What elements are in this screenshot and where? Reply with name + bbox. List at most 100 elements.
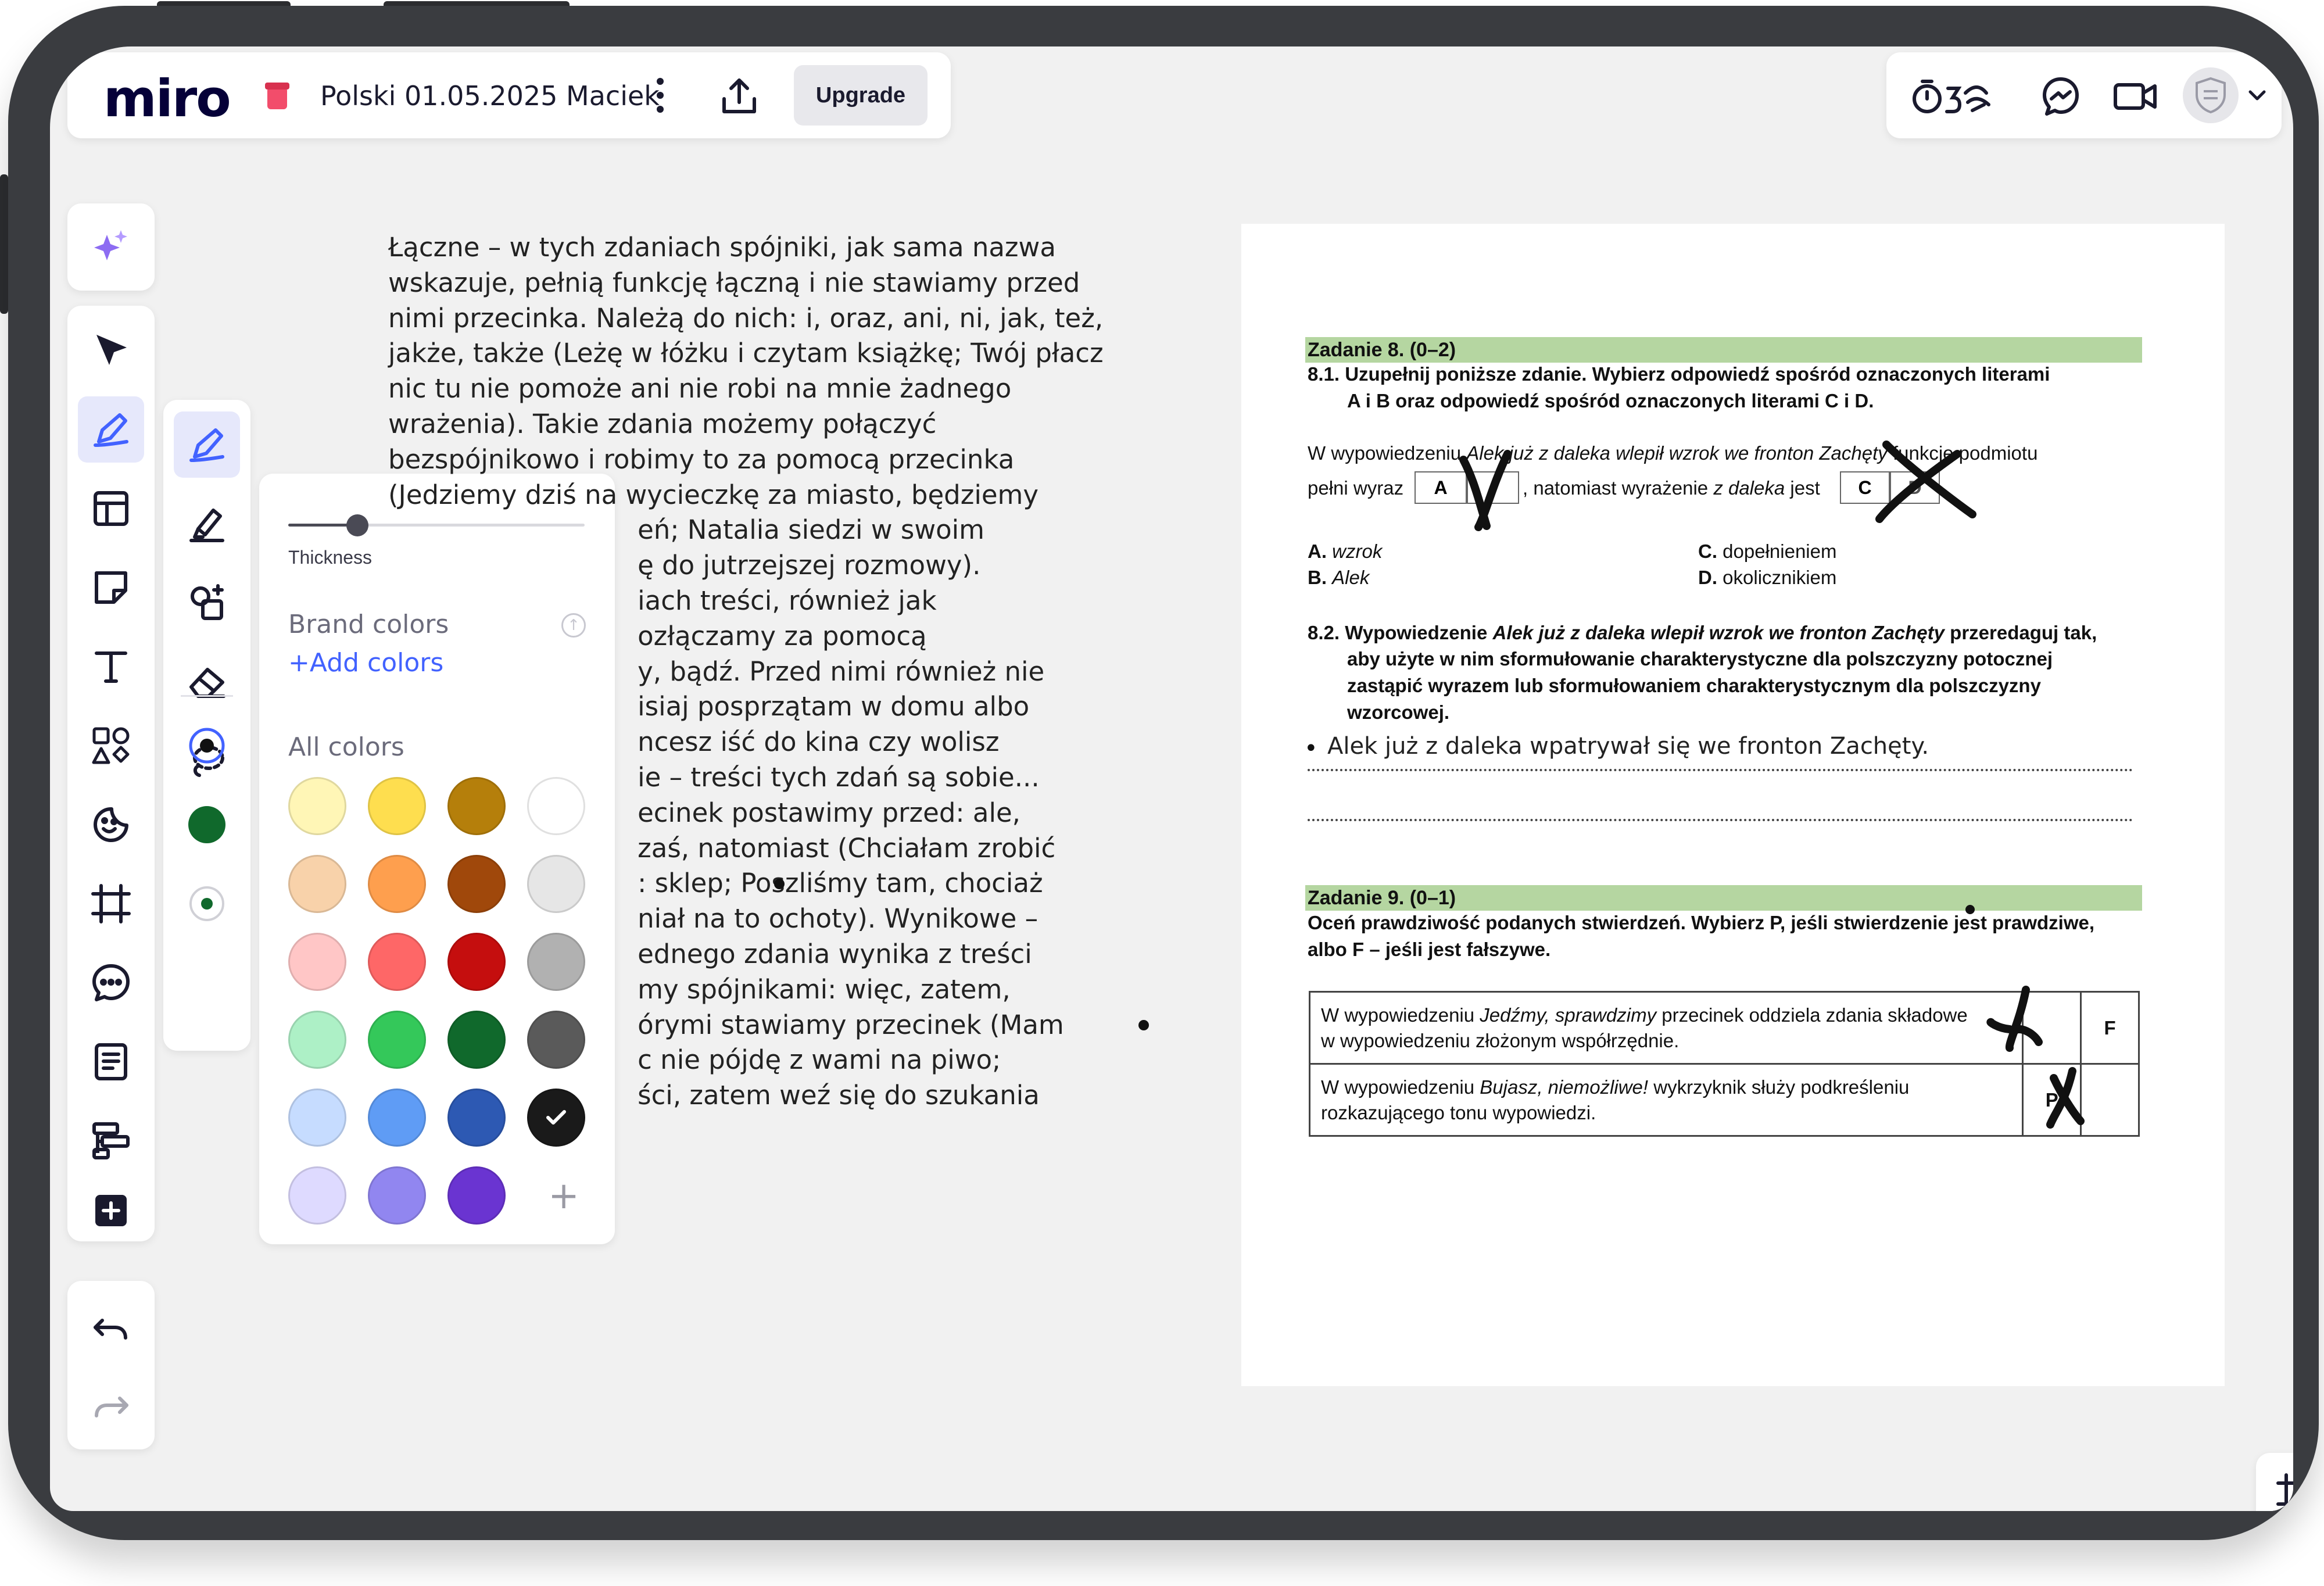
text-icon [95,651,127,683]
chat-icon[interactable] [2040,76,2082,117]
add-custom-color-button[interactable]: + [535,1167,593,1225]
avatar-crest-icon [2196,77,2226,114]
color-swatch[interactable] [288,777,346,835]
size-thin-option[interactable] [174,713,240,779]
templates-icon [94,491,128,526]
all-colors-title: All colors [288,732,404,762]
sticky-note-icon [95,571,127,604]
share-upload-icon[interactable] [718,76,760,117]
frames-button[interactable] [2256,1453,2293,1511]
miro-board-screen: miro Polski 01.05.2025 Maciek Upgrade Th… [50,46,2293,1511]
plus-icon [95,1195,127,1226]
canvas-text-line: c nie pójdę z wami na piwo; [388,1044,1001,1076]
active-color-icon [188,806,225,843]
highlighter-icon [189,509,224,542]
comment-tool[interactable] [78,950,144,1016]
miro-logo[interactable]: miro [103,69,231,128]
canvas-text-line: : sklep; Poszliśmy tam, chociaż [388,868,1043,899]
size-thick-option[interactable] [174,792,240,858]
canvas-text-line: (Jedziemy dziś na wycieczkę za miasto, b… [388,479,1039,510]
stickers-icon [94,807,128,842]
canvas-text-line: ozłączamy za pomocą [388,620,927,651]
canvas-text-line: ednego zdania wynika z treści [388,938,1032,969]
undo-button[interactable] [78,1296,144,1362]
drawing-dot[interactable] [1138,1020,1149,1030]
canvas-text-line: zaś, natomiast (Chciałam zrobić [388,832,1056,864]
frame-icon [91,884,131,923]
more-options-icon[interactable] [649,76,672,115]
video-call-icon[interactable] [2113,76,2158,117]
size-small-option[interactable] [174,871,240,937]
more-tools-button[interactable] [78,1177,144,1244]
color-swatch[interactable] [288,855,346,913]
color-swatch[interactable] [447,1166,506,1225]
pen-options-panel [163,400,250,1051]
color-swatch[interactable] [368,1166,426,1225]
color-swatch[interactable] [288,1166,346,1225]
diagram-icon [92,1122,130,1159]
select-icon [96,335,127,365]
frame-tool[interactable] [78,871,144,937]
highlighter-option[interactable] [174,491,240,557]
sparkles-icon [94,230,127,260]
ai-assist-button[interactable] [78,214,144,280]
toolbar [67,306,155,1241]
color-swatch[interactable] [288,1011,346,1069]
redo-icon [95,1397,128,1417]
redo-button[interactable] [78,1374,144,1440]
canvas-text-line: niał na to ochoty). Wynikowe – [388,903,1039,935]
text-tool[interactable] [78,633,144,700]
pen-icon [189,428,224,462]
thickness-label: Thickness [288,547,373,568]
select-tool[interactable] [78,317,144,384]
upgrade-button[interactable]: Upgrade [794,65,928,126]
color-swatch[interactable] [288,1089,346,1147]
templates-tool[interactable] [78,475,144,542]
chevron-down-icon[interactable] [2247,87,2268,103]
top-left-bar: miro Polski 01.05.2025 Maciek Upgrade [67,52,951,138]
canvas-text-line: isiaj posprzątam w domu albo [388,691,1030,722]
stickers-tool[interactable] [78,792,144,858]
board-title[interactable]: Polski 01.05.2025 Maciek [320,80,660,112]
pen-stroke [1875,450,1961,523]
pen-option[interactable] [174,411,240,478]
canvas-text-line: ecinek postawimy przed: ale, [388,797,1020,828]
thickness-slider-thumb[interactable] [346,514,368,536]
shapes-tool[interactable] [78,713,144,779]
canvas-text-line: órymi stawiamy przecinek (Mam [388,1009,1064,1040]
smart-drawing-icon [191,584,224,620]
canvas-text-line: ę do jutrzejszej rozmowy). [388,550,981,581]
canvas-text-block[interactable]: Łączne – w tych zdaniach spójniki, jak s… [388,230,1104,1114]
document-icon [95,1043,127,1080]
size-thin-icon [189,728,225,764]
canvas-text-line: Łączne – w tych zdaniach spójniki, jak s… [388,232,1056,263]
shapes-icon [92,727,130,764]
pen-stroke [1986,1018,2014,1033]
pen-panel-divider [181,695,233,697]
canvas-text-line: eń; Natalia siedzi w swoim [388,514,984,546]
color-swatch[interactable] [288,933,346,991]
smart-drawing-option[interactable] [174,570,240,636]
timer-icon[interactable] [1910,76,1997,117]
user-avatar[interactable] [2183,67,2239,123]
board-icon[interactable] [265,81,289,110]
canvas-text-line: jakże, także (Leżę w łóżku i czytam ksią… [388,338,1104,369]
handwritten-marks[interactable] [1241,224,2225,1386]
diagram-tool[interactable] [78,1108,144,1174]
ai-panel [67,203,155,291]
drawing-dot[interactable] [774,879,785,889]
document-tool[interactable] [78,1029,144,1095]
canvas-text-line: nimi przecinka. Należą do nich: i, oraz,… [388,302,1104,334]
tablet-frame: miro Polski 01.05.2025 Maciek Upgrade Th… [8,6,2319,1540]
canvas-text-line: y, bądź. Przed nimi również nie [388,656,1045,687]
sticky-note-tool[interactable] [78,554,144,621]
canvas-text-line: bezspójnikowo i robimy to za pomocą prze… [388,443,1015,475]
eraser-option[interactable] [174,649,240,715]
pen-tool[interactable] [78,396,144,463]
canvas-text-line: wskazuje, pełnią funkcję łączną i nie st… [388,267,1080,298]
pen-stroke [2010,1025,2043,1046]
canvas-text-line: nic tu nie pomoże ani nie robi na mnie ż… [388,373,1012,404]
pen-stroke [1474,450,1512,531]
pen-stroke [2005,986,2030,1052]
exam-sheet-image[interactable]: Zadanie 8. (0–2) 8.1. Uzupełnij poniższe… [1241,224,2225,1386]
